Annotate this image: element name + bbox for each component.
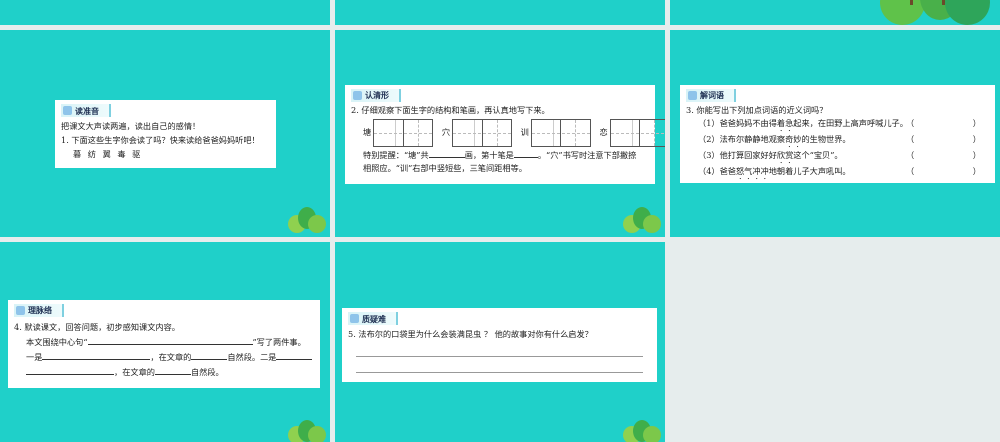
item-text: 地朝着儿子大声吼叫。 bbox=[768, 165, 851, 176]
tree-decoration-icon bbox=[880, 0, 1000, 25]
char: 塘 bbox=[363, 127, 372, 137]
blank[interactable] bbox=[42, 351, 151, 360]
slide-thumbnail-2[interactable]: 认清形 2. 仔细观察下面生字的结构和笔画，再认真地写下来。 塘 穴 训 恋 特… bbox=[335, 30, 665, 237]
writing-grid[interactable] bbox=[373, 119, 434, 147]
exercise-card: 质疑难 5. 法布尔的口袋里为什么会装满昆虫 ？ 他的故事对你有什么启发？ bbox=[342, 308, 657, 382]
slide-thumbnail-prev-2[interactable] bbox=[335, 0, 665, 25]
char: 穴 bbox=[441, 127, 451, 137]
paren: ） bbox=[972, 133, 981, 144]
writing-grid-row: 塘 穴 训 恋 bbox=[351, 119, 665, 147]
answer-blank[interactable]: （） bbox=[906, 149, 981, 162]
item-text: 这个“宝贝”。 bbox=[793, 149, 843, 160]
item-text: （2）法布尔静静地观察 bbox=[698, 133, 786, 144]
char-list: 暮 纺 翼 毒 驱 bbox=[73, 149, 141, 159]
dotted-word: 怒气冲冲 bbox=[735, 165, 769, 176]
paren: ） bbox=[972, 117, 981, 128]
paren: （ bbox=[906, 133, 915, 144]
section-tag: 理脉络 bbox=[14, 304, 64, 317]
tree-decoration-icon bbox=[284, 207, 328, 237]
answer-line[interactable] bbox=[356, 357, 643, 373]
paren: （ bbox=[906, 117, 915, 128]
answer-blank[interactable]: （） bbox=[906, 117, 981, 130]
paren: （ bbox=[906, 165, 915, 176]
slide-thumbnail-4[interactable]: 理脉络 4. 默读课文，回答问题，初步感知课文内容。 本文围绕中心句“ ”写了两件… bbox=[0, 242, 330, 442]
text: 本文围绕中心句“ bbox=[26, 337, 88, 347]
blank[interactable] bbox=[26, 366, 114, 375]
rabbit-icon bbox=[353, 91, 362, 100]
section-tag: 质疑难 bbox=[348, 312, 398, 325]
section-tag: 解词语 bbox=[686, 89, 736, 102]
blank[interactable] bbox=[87, 336, 253, 345]
section-tag: 读准音 bbox=[61, 104, 111, 117]
question-2: 2. 仔细观察下面生字的结构和笔画，再认真地写下来。 bbox=[351, 105, 550, 115]
writing-grid[interactable] bbox=[609, 119, 665, 147]
item-text: 起来，在田野上高声呼喊儿子。 bbox=[793, 117, 908, 128]
dotted-word: 奇妙 bbox=[785, 133, 802, 144]
tip-text: 。“穴”书写时注意下部撇捺 bbox=[537, 150, 637, 160]
item-text: （3）他打算回家好好 bbox=[698, 149, 777, 160]
blank[interactable] bbox=[191, 351, 228, 360]
item-text: 的生物世界。 bbox=[801, 133, 851, 144]
char: 恋 bbox=[599, 127, 608, 137]
exercise-card: 理脉络 4. 默读课文，回答问题，初步感知课文内容。 本文围绕中心句“ ”写了两件… bbox=[8, 300, 320, 388]
list-item: （1）爸爸妈妈不由得着急起来，在田野上高声呼喊儿子。（） bbox=[686, 117, 989, 133]
section-title: 质疑难 bbox=[362, 313, 386, 324]
question-3: 3. 你能写出下列加点词语的近义词吗？ bbox=[686, 105, 828, 115]
text: ”写了两件事。 bbox=[252, 337, 306, 347]
rabbit-icon bbox=[63, 106, 72, 115]
rabbit-icon bbox=[350, 314, 359, 323]
section-title: 解词语 bbox=[700, 90, 724, 101]
section-tag: 认清形 bbox=[351, 89, 401, 102]
text: 自然段。二是 bbox=[227, 352, 277, 362]
tip-text: 相照应。“训”右部中竖短些，三笔间距相等。 bbox=[363, 163, 527, 173]
list-item: （3）他打算回家好好欣赏这个“宝贝”。（） bbox=[686, 149, 989, 165]
slide-thumbnail-5[interactable]: 质疑难 5. 法布尔的口袋里为什么会装满昆虫 ？ 他的故事对你有什么启发？ bbox=[335, 242, 665, 442]
section-title: 读准音 bbox=[75, 105, 99, 116]
section-title: 理脉络 bbox=[28, 305, 52, 315]
answer-blank[interactable]: （） bbox=[906, 165, 981, 178]
paren: ） bbox=[972, 149, 981, 160]
exercise-card: 解词语 3. 你能写出下列加点词语的近义词吗？ （1）爸爸妈妈不由得着急起来，在… bbox=[680, 85, 995, 183]
answer-line[interactable] bbox=[356, 341, 643, 357]
question-4: 4. 默读课文，回答问题，初步感知课文内容。 bbox=[14, 322, 180, 332]
rabbit-icon bbox=[688, 91, 697, 100]
question-1: 1. 下面这些生字你会读了吗？快来读给爸爸妈妈听吧！ bbox=[61, 135, 260, 145]
dotted-word: 欣赏 bbox=[776, 149, 794, 160]
exercise-card: 认清形 2. 仔细观察下面生字的结构和笔画，再认真地写下来。 塘 穴 训 恋 特… bbox=[345, 85, 665, 184]
text: ，在文章的 bbox=[150, 352, 192, 362]
text: 自然段。 bbox=[190, 367, 224, 377]
list-item: （4）爸爸怒气冲冲地朝着儿子大声吼叫。（） bbox=[686, 165, 989, 181]
list-item: （2）法布尔静静地观察奇妙的生物世界。（） bbox=[686, 133, 989, 149]
blank[interactable] bbox=[513, 149, 538, 158]
question-5: 5. 法布尔的口袋里为什么会装满昆虫 ？ 他的故事对你有什么启发？ bbox=[348, 329, 593, 339]
char: 训 bbox=[520, 127, 529, 137]
tip-text: 特别提醒：“塘”共 bbox=[363, 150, 429, 160]
tip-text: 画，第十笔是 bbox=[464, 150, 514, 160]
text: ，在文章的 bbox=[114, 367, 155, 377]
writing-grid[interactable] bbox=[530, 119, 591, 147]
writing-grid[interactable] bbox=[452, 119, 513, 147]
intro-text: 把课文大声读两遍，读出自己的感情！ bbox=[61, 121, 201, 131]
tree-decoration-icon bbox=[619, 412, 663, 442]
slide-thumbnail-prev-3[interactable] bbox=[670, 0, 1000, 25]
slide-thumbnail-prev-1[interactable] bbox=[0, 0, 330, 25]
item-text: （4）爸爸 bbox=[698, 165, 736, 176]
dotted-word: 着急 bbox=[776, 117, 794, 128]
slide-thumbnail-3[interactable]: 解词语 3. 你能写出下列加点词语的近义词吗？ （1）爸爸妈妈不由得着急起来，在… bbox=[670, 30, 1000, 237]
paren: （ bbox=[906, 149, 915, 160]
paren: ） bbox=[972, 165, 981, 176]
blank[interactable] bbox=[428, 149, 465, 158]
section-title: 认清形 bbox=[365, 90, 389, 100]
slide-thumbnail-1[interactable]: 读准音 把课文大声读两遍，读出自己的感情！ 1. 下面这些生字你会读了吗？快来读… bbox=[0, 30, 330, 237]
rabbit-icon bbox=[16, 306, 25, 315]
item-text: （1）爸爸妈妈不由得 bbox=[698, 117, 777, 128]
text: 一是 bbox=[26, 352, 43, 362]
blank[interactable] bbox=[154, 366, 191, 375]
tree-decoration-icon bbox=[284, 412, 328, 442]
answer-blank[interactable]: （） bbox=[906, 133, 981, 146]
tree-decoration-icon bbox=[619, 207, 663, 237]
blank[interactable] bbox=[276, 351, 313, 360]
exercise-card: 读准音 把课文大声读两遍，读出自己的感情！ 1. 下面这些生字你会读了吗？快来读… bbox=[55, 100, 276, 168]
